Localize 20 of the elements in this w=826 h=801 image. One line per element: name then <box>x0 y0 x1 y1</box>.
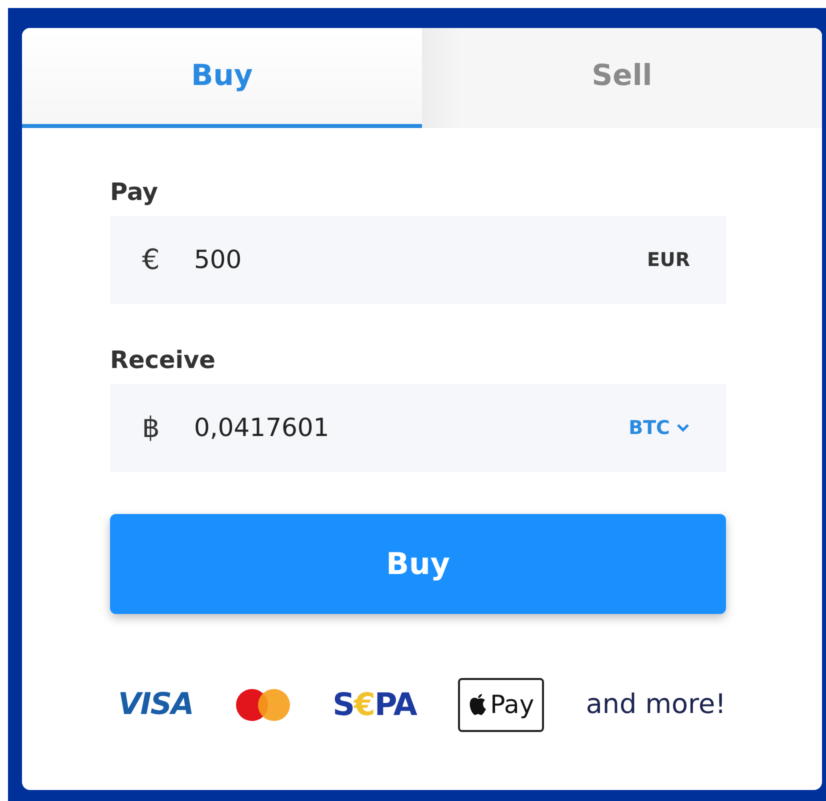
apple-icon <box>468 693 488 716</box>
field-label: Receive <box>110 345 216 376</box>
currency-dropdown[interactable]: BTC <box>628 414 690 442</box>
sepa-logo: S€PA <box>332 686 416 724</box>
tab[interactable]: Sell <box>422 28 822 128</box>
buy-button[interactable]: Buy <box>110 514 726 614</box>
apple-pay-logo: Pay <box>458 678 544 732</box>
amount-value: 500 <box>194 244 243 276</box>
amount-value: 0,0417601 <box>194 412 330 444</box>
visa-logo: VISA <box>118 686 194 724</box>
amount-field[interactable]: ฿ 0,0417601 BTC <box>110 384 726 472</box>
chevron-down-icon <box>676 423 690 433</box>
field-label: Pay <box>110 177 160 208</box>
mastercard-logo <box>234 688 291 722</box>
currency-code: EUR <box>646 248 690 273</box>
currency-symbol: ฿ <box>142 410 161 446</box>
currency-symbol: € <box>142 242 161 278</box>
more-methods-text: and more! <box>586 688 726 722</box>
amount-field[interactable]: € 500 EUR <box>110 216 726 304</box>
tab[interactable]: Buy <box>22 28 422 128</box>
